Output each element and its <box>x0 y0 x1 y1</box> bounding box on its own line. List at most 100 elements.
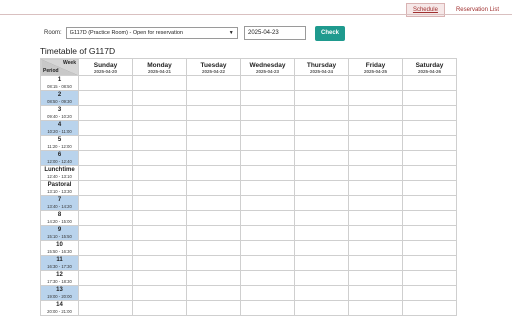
timeslot-cell[interactable] <box>186 210 241 226</box>
timeslot-cell[interactable] <box>132 210 187 226</box>
timeslot-cell[interactable] <box>402 180 457 196</box>
timeslot-cell[interactable] <box>240 75 295 91</box>
timeslot-cell[interactable] <box>240 105 295 121</box>
timeslot-cell[interactable] <box>294 240 349 256</box>
timeslot-cell[interactable] <box>78 150 133 166</box>
timeslot-cell[interactable] <box>348 150 403 166</box>
timeslot-cell[interactable] <box>294 195 349 211</box>
timeslot-cell[interactable] <box>348 120 403 136</box>
timeslot-cell[interactable] <box>402 210 457 226</box>
check-button[interactable]: Check <box>315 26 345 41</box>
timeslot-cell[interactable] <box>348 210 403 226</box>
timeslot-cell[interactable] <box>294 150 349 166</box>
timeslot-cell[interactable] <box>240 255 295 271</box>
timeslot-cell[interactable] <box>132 75 187 91</box>
timeslot-cell[interactable] <box>402 165 457 181</box>
timeslot-cell[interactable] <box>348 105 403 121</box>
timeslot-cell[interactable] <box>402 105 457 121</box>
timeslot-cell[interactable] <box>132 180 187 196</box>
timeslot-cell[interactable] <box>402 195 457 211</box>
timeslot-cell[interactable] <box>132 165 187 181</box>
timeslot-cell[interactable] <box>132 90 187 106</box>
timeslot-cell[interactable] <box>132 285 187 301</box>
timeslot-cell[interactable] <box>78 75 133 91</box>
timeslot-cell[interactable] <box>240 180 295 196</box>
timeslot-cell[interactable] <box>294 180 349 196</box>
timeslot-cell[interactable] <box>186 225 241 241</box>
timeslot-cell[interactable] <box>78 240 133 256</box>
timeslot-cell[interactable] <box>348 300 403 316</box>
timeslot-cell[interactable] <box>294 210 349 226</box>
timeslot-cell[interactable] <box>78 210 133 226</box>
timeslot-cell[interactable] <box>186 255 241 271</box>
timeslot-cell[interactable] <box>348 285 403 301</box>
timeslot-cell[interactable] <box>186 270 241 286</box>
timeslot-cell[interactable] <box>294 105 349 121</box>
timeslot-cell[interactable] <box>132 300 187 316</box>
timeslot-cell[interactable] <box>402 225 457 241</box>
timeslot-cell[interactable] <box>294 120 349 136</box>
timeslot-cell[interactable] <box>186 150 241 166</box>
timeslot-cell[interactable] <box>240 90 295 106</box>
timeslot-cell[interactable] <box>78 285 133 301</box>
timeslot-cell[interactable] <box>186 300 241 316</box>
timeslot-cell[interactable] <box>294 135 349 151</box>
timeslot-cell[interactable] <box>240 285 295 301</box>
timeslot-cell[interactable] <box>402 90 457 106</box>
timeslot-cell[interactable] <box>348 240 403 256</box>
timeslot-cell[interactable] <box>186 180 241 196</box>
timeslot-cell[interactable] <box>78 270 133 286</box>
timeslot-cell[interactable] <box>348 270 403 286</box>
timeslot-cell[interactable] <box>240 165 295 181</box>
timeslot-cell[interactable] <box>402 75 457 91</box>
timeslot-cell[interactable] <box>402 150 457 166</box>
timeslot-cell[interactable] <box>348 225 403 241</box>
timeslot-cell[interactable] <box>132 225 187 241</box>
timeslot-cell[interactable] <box>240 300 295 316</box>
timeslot-cell[interactable] <box>348 90 403 106</box>
timeslot-cell[interactable] <box>240 150 295 166</box>
timeslot-cell[interactable] <box>78 165 133 181</box>
timeslot-cell[interactable] <box>78 225 133 241</box>
room-select[interactable]: G117D (Practice Room) - Open for reserva… <box>65 27 238 39</box>
timeslot-cell[interactable] <box>348 255 403 271</box>
timeslot-cell[interactable] <box>132 150 187 166</box>
timeslot-cell[interactable] <box>78 90 133 106</box>
timeslot-cell[interactable] <box>240 120 295 136</box>
timeslot-cell[interactable] <box>78 300 133 316</box>
timeslot-cell[interactable] <box>348 135 403 151</box>
timeslot-cell[interactable] <box>186 195 241 211</box>
timeslot-cell[interactable] <box>402 285 457 301</box>
timeslot-cell[interactable] <box>240 135 295 151</box>
timeslot-cell[interactable] <box>186 240 241 256</box>
timeslot-cell[interactable] <box>294 285 349 301</box>
timeslot-cell[interactable] <box>348 165 403 181</box>
timeslot-cell[interactable] <box>186 120 241 136</box>
timeslot-cell[interactable] <box>348 180 403 196</box>
timeslot-cell[interactable] <box>348 195 403 211</box>
timeslot-cell[interactable] <box>348 75 403 91</box>
timeslot-cell[interactable] <box>78 195 133 211</box>
timeslot-cell[interactable] <box>294 255 349 271</box>
timeslot-cell[interactable] <box>132 135 187 151</box>
timeslot-cell[interactable] <box>78 105 133 121</box>
timeslot-cell[interactable] <box>402 270 457 286</box>
timeslot-cell[interactable] <box>294 165 349 181</box>
timeslot-cell[interactable] <box>294 75 349 91</box>
timeslot-cell[interactable] <box>402 120 457 136</box>
timeslot-cell[interactable] <box>402 255 457 271</box>
timeslot-cell[interactable] <box>132 240 187 256</box>
timeslot-cell[interactable] <box>132 120 187 136</box>
timeslot-cell[interactable] <box>132 255 187 271</box>
timeslot-cell[interactable] <box>78 255 133 271</box>
timeslot-cell[interactable] <box>186 75 241 91</box>
timeslot-cell[interactable] <box>132 105 187 121</box>
timeslot-cell[interactable] <box>240 240 295 256</box>
timeslot-cell[interactable] <box>402 300 457 316</box>
timeslot-cell[interactable] <box>402 240 457 256</box>
timeslot-cell[interactable] <box>186 90 241 106</box>
timeslot-cell[interactable] <box>294 270 349 286</box>
date-input[interactable]: 2025-04-23 <box>244 26 306 40</box>
timeslot-cell[interactable] <box>132 270 187 286</box>
timeslot-cell[interactable] <box>240 270 295 286</box>
